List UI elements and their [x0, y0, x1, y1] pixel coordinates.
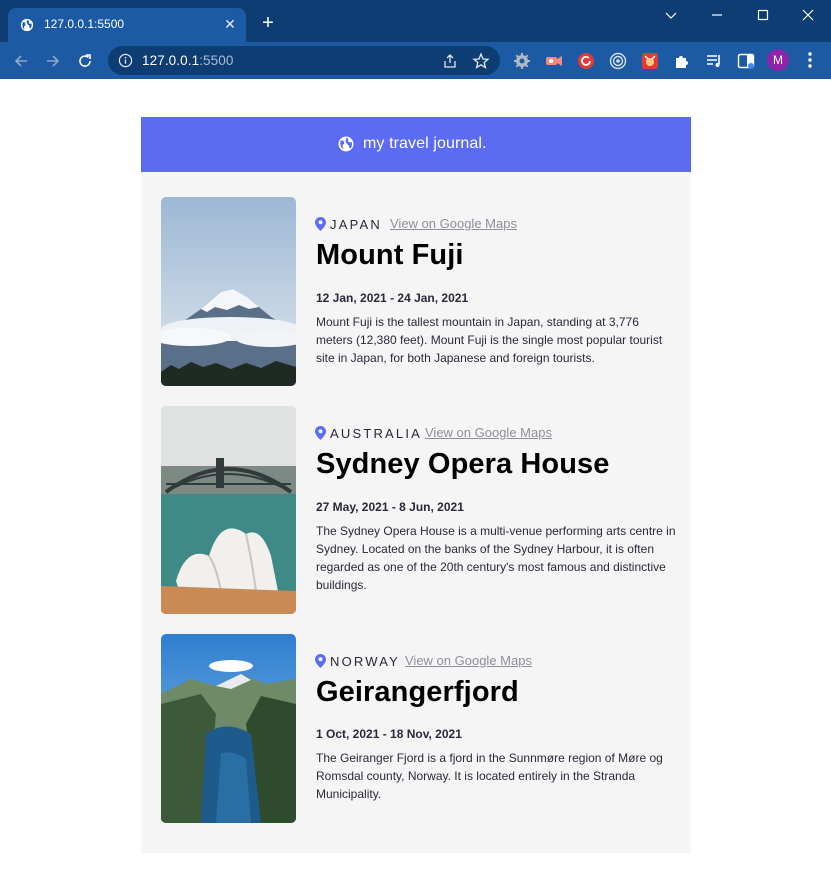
share-icon[interactable] [441, 52, 459, 70]
mount-fuji-image [161, 197, 296, 386]
journal-entry: AUSTRALIA View on Google Maps Sydney Ope… [161, 406, 681, 614]
entry-title: Sydney Opera House [316, 448, 610, 480]
close-icon [802, 9, 814, 21]
entry-title: Mount Fuji [316, 239, 464, 271]
location-pin-icon [315, 426, 326, 440]
tab-title: 127.0.0.1:5500 [44, 17, 125, 31]
google-maps-link[interactable]: View on Google Maps [390, 216, 517, 231]
url-host: 127.0.0.1 [142, 53, 200, 68]
media-queue-icon[interactable] [705, 52, 723, 70]
location-pin-icon [315, 654, 326, 668]
entry-start-date: 12 Jan, 2021 [316, 291, 387, 305]
address-bar[interactable]: 127.0.0.1:5500 [108, 46, 500, 75]
chevron-down-icon [665, 12, 677, 19]
tab-strip: 127.0.0.1:5500 ✕ + [0, 0, 831, 42]
reload-icon [79, 54, 91, 67]
entry-description: Mount Fuji is the tallest mountain in Ja… [316, 315, 663, 365]
tab-search-button[interactable] [648, 0, 694, 30]
journal-entry: JAPAN View on Google Maps Mount Fuji 12 … [161, 197, 681, 387]
entry-description: The Sydney Opera House is a multi-venue … [316, 524, 676, 592]
forward-button[interactable] [40, 48, 66, 74]
refresh-extension-icon[interactable] [577, 52, 595, 70]
puzzle-extensions-icon[interactable] [673, 52, 691, 70]
entry-start-date: 27 May, 2021 [316, 500, 389, 514]
entry-dates: 27 May, 2021 - 8 Jun, 2021 [316, 500, 464, 514]
journal-header: my travel journal. [141, 117, 691, 172]
browser-tab[interactable]: 127.0.0.1:5500 ✕ [8, 8, 246, 42]
side-panel-icon[interactable] [737, 52, 755, 70]
travel-journal-page: my travel journal. JAPAN View on Google … [141, 117, 691, 853]
entry-country: JAPAN [330, 217, 382, 232]
google-maps-link[interactable]: View on Google Maps [425, 425, 552, 440]
entry-country: NORWAY [330, 654, 401, 669]
entry-country: AUSTRALIA [330, 426, 423, 441]
browser-toolbar: 127.0.0.1:5500 M [0, 42, 831, 79]
entry-end-date: 8 Jun, 2021 [399, 500, 464, 514]
bug-extension-icon[interactable] [641, 52, 659, 70]
profile-avatar[interactable]: M [767, 49, 789, 71]
new-tab-button[interactable]: + [258, 13, 278, 33]
google-maps-link[interactable]: View on Google Maps [405, 653, 532, 668]
journal-entry: NORWAY View on Google Maps Geirangerfjor… [161, 634, 681, 823]
url-text[interactable]: 127.0.0.1:5500 [142, 53, 234, 68]
reload-button[interactable] [72, 48, 98, 74]
entry-dates: 12 Jan, 2021 - 24 Jan, 2021 [316, 291, 469, 305]
sydney-opera-house-image [161, 406, 296, 614]
info-icon[interactable] [118, 53, 133, 68]
maximize-button[interactable] [740, 0, 786, 30]
entry-description: The Geiranger Fjord is a fjord in the Su… [316, 751, 663, 801]
arrow-left-icon [14, 55, 27, 67]
location-pin-icon [315, 217, 326, 231]
geirangerfjord-image [161, 634, 296, 823]
close-window-button[interactable] [785, 0, 831, 30]
bookmark-star-icon[interactable] [472, 52, 490, 70]
entry-dates: 1 Oct, 2021 - 18 Nov, 2021 [316, 727, 462, 741]
record-extension-icon[interactable] [545, 52, 563, 70]
back-button[interactable] [8, 48, 34, 74]
globe-icon [338, 136, 354, 152]
minimize-icon [712, 14, 722, 16]
tab-close-icon[interactable]: ✕ [222, 16, 238, 32]
more-vert-icon[interactable] [800, 50, 820, 70]
maximize-icon [757, 9, 769, 21]
minimize-button[interactable] [694, 0, 740, 30]
gear-extension-icon[interactable] [513, 52, 531, 70]
entry-end-date: 24 Jan, 2021 [397, 291, 469, 305]
header-title: my travel journal. [363, 135, 487, 152]
entry-start-date: 1 Oct, 2021 [316, 727, 380, 741]
entry-title: Geirangerfjord [316, 676, 519, 708]
arrow-right-icon [47, 55, 60, 67]
globe-favicon-icon [20, 18, 34, 32]
url-port: :5500 [199, 53, 234, 68]
target-extension-icon[interactable] [609, 52, 627, 70]
entry-end-date: 18 Nov, 2021 [390, 727, 462, 741]
